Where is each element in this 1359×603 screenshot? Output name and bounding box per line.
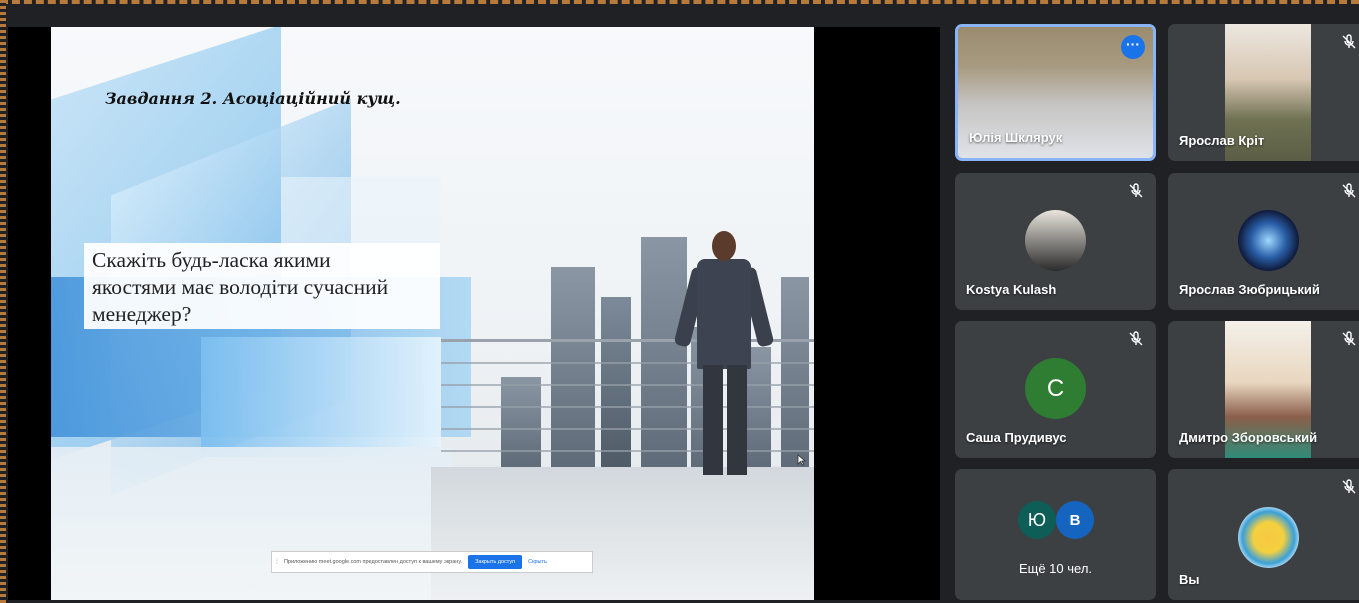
more-participants-label: Ещё 10 чел. (1018, 561, 1093, 576)
mouse-cursor-icon (797, 454, 807, 466)
participant-tile[interactable]: ··· Юлія Шклярук (955, 24, 1156, 161)
participant-tile[interactable]: С Саша Прудивус (955, 321, 1156, 458)
share-message: Приложению meet.google.com предоставлен … (283, 559, 463, 565)
avatar (1238, 507, 1299, 568)
hide-button[interactable]: Скрыть (528, 559, 547, 565)
participant-tile[interactable]: Дмитро Зборовський (1168, 321, 1359, 458)
participant-name: Саша Прудивус (966, 430, 1067, 445)
more-options-icon[interactable]: ··· (1121, 35, 1145, 59)
slide-decoration-shape (201, 337, 441, 457)
participant-name: Kostya Kulash (966, 282, 1057, 297)
window-frame-left-edge (0, 0, 6, 603)
slide-title: Завдання 2. Асоціаційний кущ. (105, 89, 401, 108)
participant-name: Юлія Шклярук (969, 130, 1063, 145)
question-line: Скажіть будь-ласка якими (92, 248, 331, 272)
presentation-slide[interactable]: Завдання 2. Асоціаційний кущ. Скажіть бу… (51, 27, 814, 600)
mic-off-icon (1341, 479, 1357, 495)
avatar: Ю (1018, 501, 1056, 539)
participant-tile[interactable]: Ярослав Зюбрицький (1168, 173, 1359, 310)
drag-handle-icon[interactable]: ⁞ (276, 559, 278, 566)
participant-name: Дмитро Зборовський (1179, 430, 1318, 445)
question-line: якостями має володіти сучасний (92, 275, 389, 299)
question-box: Скажіть будь-ласка якими якостями має во… (84, 243, 440, 329)
slide-decoration-shape (51, 447, 451, 600)
participant-name: Вы (1179, 572, 1200, 587)
participant-tile[interactable]: Kostya Kulash (955, 173, 1156, 310)
avatar: В (1056, 501, 1094, 539)
participant-name: Ярослав Зюбрицький (1179, 282, 1320, 297)
question-line: менеджер? (92, 302, 192, 326)
avatar (1238, 210, 1299, 271)
mic-off-icon (1341, 34, 1357, 50)
avatar (1025, 210, 1086, 271)
balcony-floor (431, 467, 814, 600)
mic-off-icon (1341, 183, 1357, 199)
screen-share-notification: ⁞ Приложению meet.google.com предоставле… (271, 551, 593, 573)
more-participants-tile[interactable]: Ю В Ещё 10 чел. (955, 469, 1156, 600)
businessman-figure (673, 231, 775, 479)
mic-off-icon (1341, 331, 1357, 347)
mic-off-icon (1128, 183, 1144, 199)
stop-sharing-button[interactable]: Закрыть доступ (468, 555, 523, 569)
participant-tile[interactable]: Ярослав Кріт (1168, 24, 1359, 161)
self-tile[interactable]: Вы (1168, 469, 1359, 600)
participant-name: Ярослав Кріт (1179, 133, 1265, 148)
mic-off-icon (1128, 331, 1144, 347)
avatar: С (1025, 358, 1086, 419)
